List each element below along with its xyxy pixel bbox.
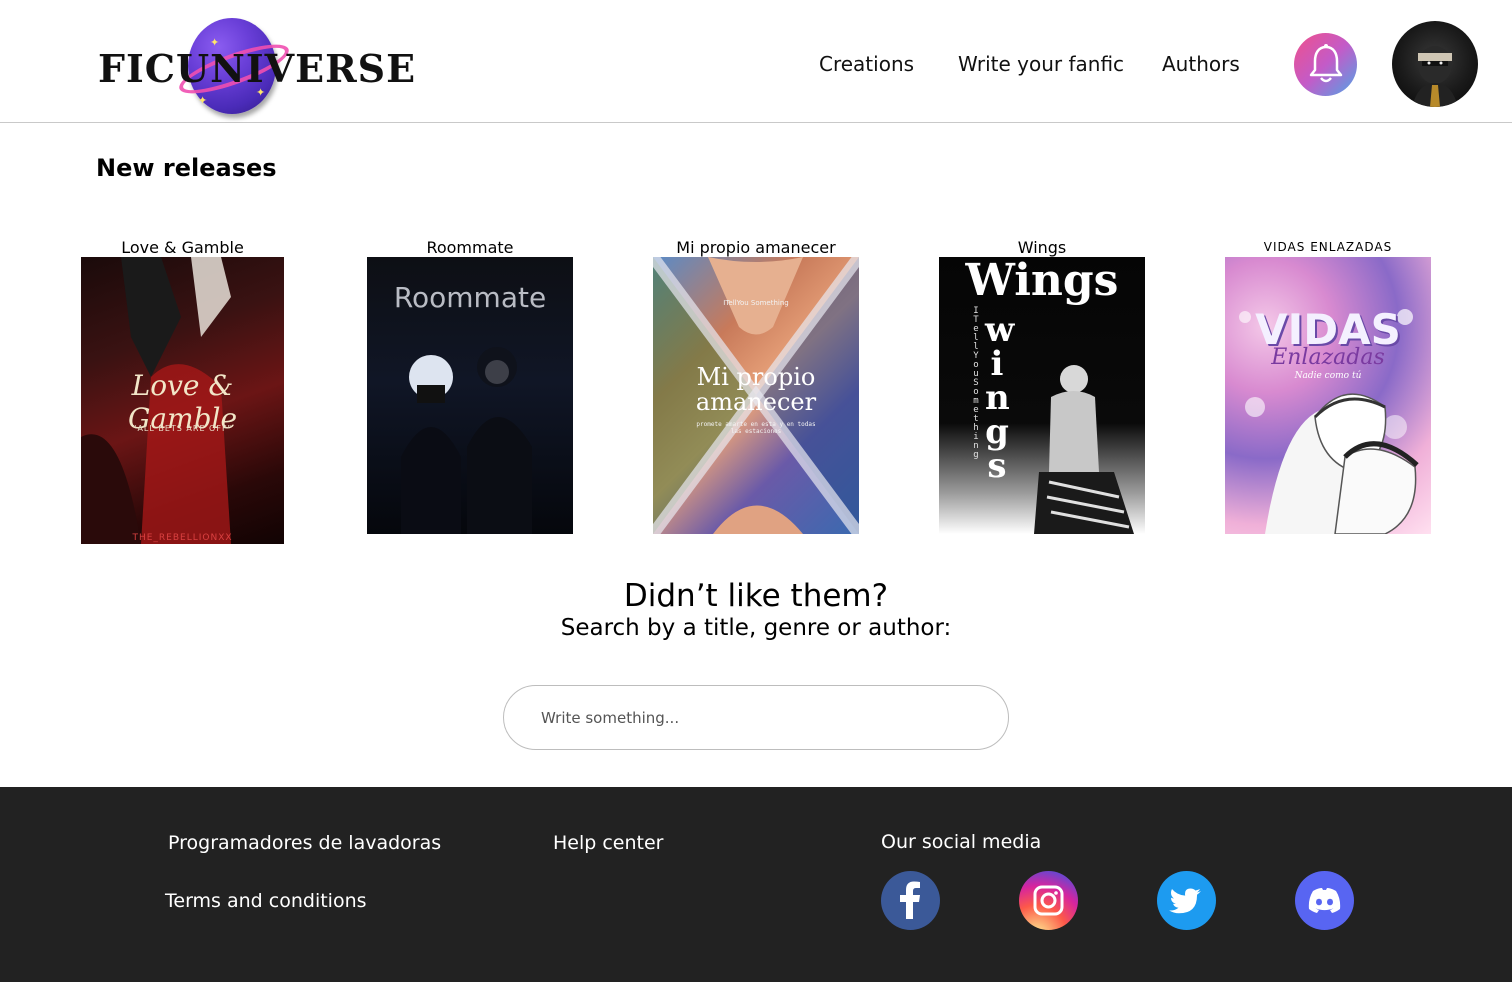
cover-big-text: wings — [985, 310, 1015, 486]
cover-top-text: ITellYou Something — [723, 299, 789, 307]
discord-button[interactable] — [1295, 871, 1354, 930]
cover-art — [1239, 309, 1419, 534]
cover-subtitle: promete amarte en esta y en todas las es… — [696, 421, 816, 435]
book-cover[interactable]: Love & Gamble "ALL BETS ARE OFF" THE_REB… — [81, 257, 284, 544]
twitter-button[interactable] — [1157, 871, 1216, 930]
facebook-button[interactable] — [881, 871, 940, 930]
search-input[interactable] — [503, 685, 1009, 750]
footer-link-terms[interactable]: Terms and conditions — [165, 890, 367, 912]
footer-link-help-center[interactable]: Help center — [553, 832, 663, 854]
book-title[interactable]: Roommate — [367, 238, 573, 257]
nav-creations-link[interactable]: Creations — [819, 52, 914, 76]
nav-write-fanfic-link[interactable]: Write your fanfic — [958, 52, 1124, 76]
book-cover[interactable]: Roommate — [367, 257, 573, 534]
cover-vertical-text: ITellYouSomething — [973, 306, 979, 460]
cover-title: Roommate — [393, 281, 547, 314]
bell-icon — [1309, 44, 1343, 83]
cover-title: Wings — [965, 257, 1119, 306]
cover-author: THE_REBELLIONXX — [132, 533, 233, 543]
star-icon: ✦ — [198, 94, 208, 107]
instagram-button[interactable] — [1019, 871, 1078, 930]
footer: Programadores de lavadoras Help center T… — [0, 787, 1512, 982]
discord-icon — [1308, 888, 1341, 913]
section-title: New releases — [96, 154, 277, 182]
book-card[interactable]: Wings Wings ITellYouSomething wings — [939, 238, 1145, 534]
search-prompt-title: Didn’t like them? — [623, 578, 889, 614]
book-card[interactable]: VIDAS ENLAZADAS VIDAS Enlazadas Nadie co… — [1225, 238, 1431, 534]
logo-wordmark: FICUNIVERSE — [98, 46, 417, 91]
book-title[interactable]: VIDAS ENLAZADAS — [1225, 238, 1431, 257]
facebook-icon — [900, 881, 920, 919]
user-avatar[interactable] — [1392, 21, 1478, 107]
instagram-icon — [1033, 885, 1064, 916]
book-title[interactable]: Love & Gamble — [81, 238, 284, 257]
cover-tagline: Nadie como tú — [1294, 371, 1362, 381]
cover-subtitle: "ALL BETS ARE OFF" — [132, 424, 233, 433]
book-card[interactable]: Roommate Roommate — [367, 238, 573, 534]
search-prompt-subtitle: Search by a title, genre or author: — [560, 615, 952, 641]
twitter-icon — [1169, 888, 1201, 914]
notifications-button[interactable] — [1294, 33, 1357, 96]
book-cover[interactable]: VIDAS Enlazadas Nadie como tú — [1225, 257, 1431, 534]
avatar-image — [1412, 46, 1458, 107]
book-title[interactable]: Wings — [939, 238, 1145, 257]
top-navbar: ✦ ✦ ✦ FICUNIVERSE Creations Write your f… — [0, 0, 1512, 123]
book-card[interactable]: Love & Gamble Love & Gamble "ALL BETS AR… — [81, 238, 284, 544]
site-logo[interactable]: ✦ ✦ ✦ FICUNIVERSE — [98, 16, 417, 116]
footer-link-programadores[interactable]: Programadores de lavadoras — [168, 832, 441, 854]
book-cover[interactable]: Wings ITellYouSomething wings — [939, 257, 1145, 534]
nav-authors-link[interactable]: Authors — [1162, 52, 1240, 76]
book-title[interactable]: Mi propio amanecer — [653, 238, 859, 257]
social-media-title: Our social media — [881, 831, 1042, 853]
cover-title: Mi propio amanecer — [695, 363, 817, 416]
book-card[interactable]: Mi propio amanecer ITellYou Something Mi… — [653, 238, 859, 534]
book-cover[interactable]: ITellYou Something Mi propio amanecer pr… — [653, 257, 859, 534]
cover-subtitle: Enlazadas — [1271, 345, 1385, 370]
